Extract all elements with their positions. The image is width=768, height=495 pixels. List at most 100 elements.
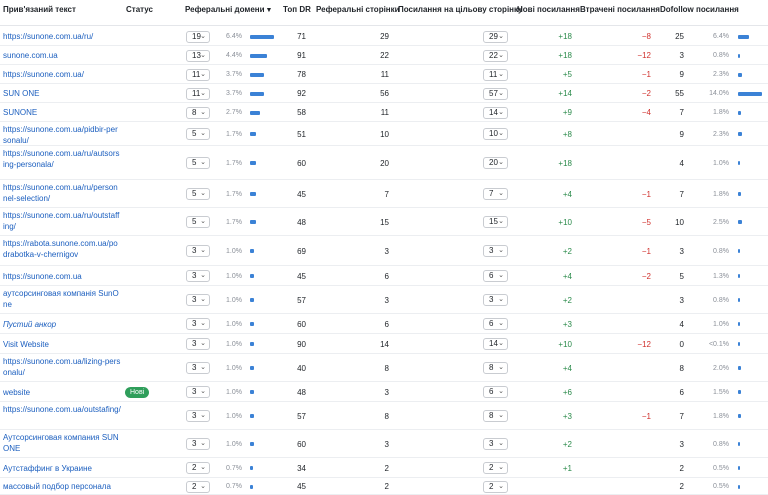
anchor-link[interactable]: https://sunone.com.ua/ru/outstaffing/ [3, 210, 121, 232]
dofollow-percent: 0.8% [713, 248, 729, 255]
dofollow-count: 0 [679, 340, 684, 349]
anchor-link[interactable]: sunone.com.ua [3, 50, 121, 61]
links-select[interactable]: 11 ⌄ [483, 69, 508, 81]
anchor-link[interactable]: Аутстаффинг в Украине [3, 463, 121, 474]
anchor-link[interactable]: https://sunone.com.ua/lizing-personalu/ [3, 356, 121, 378]
top-dr: 92 [297, 89, 306, 98]
chevron-down-icon: ⌄ [200, 464, 206, 471]
ref-domains-select[interactable]: 3 ⌄ [186, 362, 210, 374]
dofollow-percent: 6.4% [713, 33, 729, 40]
dofollow-percent: 0.5% [713, 465, 729, 472]
lost-links-count: −1 [641, 247, 651, 256]
links-select[interactable]: 6 ⌄ [483, 386, 508, 398]
col-header-new-links[interactable]: Нові посилання [517, 5, 580, 14]
dofollow-count: 4 [679, 159, 684, 168]
links-value: 11 [489, 70, 498, 79]
links-select[interactable]: 6 ⌄ [483, 318, 508, 330]
links-select[interactable]: 14 ⌄ [483, 338, 508, 350]
anchor-link[interactable]: https://sunone.com.ua/ru/ [3, 31, 121, 42]
links-select[interactable]: 20 ⌄ [483, 157, 508, 169]
table-row: https://sunone.com.ua/ru/autsorsing-pers… [0, 146, 768, 180]
anchor-link[interactable]: https://sunone.com.ua/ru/personnel-selec… [3, 182, 121, 204]
top-dr: 57 [297, 412, 306, 421]
links-select[interactable]: 2 ⌄ [483, 462, 508, 474]
links-select[interactable]: 15 ⌄ [483, 216, 508, 228]
ref-domains-value: 3 [192, 246, 197, 255]
anchor-link[interactable]: https://rabota.sunone.com.ua/podrabotka-… [3, 238, 121, 260]
links-select[interactable]: 57 ⌄ [483, 88, 508, 100]
ref-domains-select[interactable]: 3 ⌄ [186, 318, 210, 330]
ref-domains-select[interactable]: 3 ⌄ [186, 386, 210, 398]
links-select[interactable]: 3 ⌄ [483, 438, 508, 450]
col-header-lost-links[interactable]: Втрачені посилання [580, 5, 660, 14]
ref-domains-select[interactable]: 13 ⌄ [186, 50, 210, 62]
anchor-link[interactable]: Аутсорсинговая компания SUNONE [3, 432, 121, 454]
ref-domains-select[interactable]: 19 ⌄ [186, 31, 210, 43]
ref-domains-select[interactable]: 5 ⌄ [186, 188, 210, 200]
links-select[interactable]: 3 ⌄ [483, 294, 508, 306]
anchor-link[interactable]: https://sunone.com.ua/pidbir-personalu/ [3, 124, 121, 146]
ref-domains-select[interactable]: 3 ⌄ [186, 338, 210, 350]
dofollow-count: 3 [679, 51, 684, 60]
links-value: 15 [489, 217, 498, 226]
ref-domains-select[interactable]: 3 ⌄ [186, 245, 210, 257]
ref-domains-select[interactable]: 8 ⌄ [186, 107, 210, 119]
new-links-count: +3 [562, 320, 572, 329]
dofollow-bar [738, 220, 742, 224]
col-header-status[interactable]: Статус [126, 5, 153, 14]
links-select[interactable]: 29 ⌄ [483, 31, 508, 43]
dofollow-percent: 1.8% [713, 109, 729, 116]
ref-domains-select[interactable]: 11 ⌄ [186, 88, 210, 100]
links-select[interactable]: 10 ⌄ [483, 128, 508, 140]
anchor-link[interactable]: website [3, 387, 121, 398]
anchor-link[interactable]: https://sunone.com.ua [3, 271, 121, 282]
links-select[interactable]: 8 ⌄ [483, 362, 508, 374]
anchor-link[interactable]: SUNONE [3, 107, 121, 118]
new-links-count: +14 [558, 89, 572, 98]
chevron-down-icon: ⌄ [498, 412, 504, 419]
chevron-down-icon: ⌄ [200, 340, 206, 347]
links-select[interactable]: 8 ⌄ [483, 410, 508, 422]
links-select[interactable]: 14 ⌄ [483, 107, 508, 119]
chevron-down-icon: ⌄ [200, 159, 206, 166]
col-header-links-target[interactable]: Посилання на цільову сторінку [398, 5, 522, 14]
anchor-link[interactable]: массовый подбор персонала [3, 481, 121, 492]
col-header-ref-domains[interactable]: Реферальні домени▼ [185, 5, 272, 14]
anchor-link[interactable]: SUN ONE [3, 88, 121, 99]
table-row: аутсорсинговая компанія SunOne 3 ⌄ 1.0% 57 3 3… [0, 286, 768, 314]
links-select[interactable]: 6 ⌄ [483, 270, 508, 282]
dofollow-count: 7 [679, 108, 684, 117]
ref-domains-bar [250, 366, 254, 370]
anchor-link[interactable]: Пустий анкор [3, 319, 121, 330]
ref-domains-select[interactable]: 5 ⌄ [186, 128, 210, 140]
ref-domains-select[interactable]: 3 ⌄ [186, 270, 210, 282]
chevron-down-icon: ⌄ [200, 190, 206, 197]
col-header-anchor[interactable]: Прив'язаний текст [3, 5, 76, 14]
col-header-ref-pages[interactable]: Реферальні сторінки [316, 5, 400, 14]
col-header-dofollow[interactable]: Dofollow посилання [660, 5, 739, 14]
table-header: Прив'язаний текст Статус Реферальні доме… [0, 0, 768, 26]
anchor-link[interactable]: https://sunone.com.ua/ru/autsorsing-pers… [3, 148, 121, 170]
links-select[interactable]: 7 ⌄ [483, 188, 508, 200]
anchor-link[interactable]: https://sunone.com.ua/ [3, 69, 121, 80]
col-header-dr[interactable]: Топ DR [283, 5, 311, 14]
anchor-link[interactable]: https://sunone.com.ua/outstafing/ [3, 404, 121, 415]
ref-domains-select[interactable]: 2 ⌄ [186, 481, 210, 493]
links-select[interactable]: 22 ⌄ [483, 50, 508, 62]
chevron-down-icon: ⌄ [200, 247, 206, 254]
dofollow-count: 8 [679, 364, 684, 373]
dofollow-count: 4 [679, 320, 684, 329]
ref-domains-select[interactable]: 2 ⌄ [186, 462, 210, 474]
dofollow-count: 3 [679, 440, 684, 449]
anchor-link[interactable]: аутсорсинговая компанія SunOne [3, 288, 121, 310]
links-select[interactable]: 3 ⌄ [483, 245, 508, 257]
ref-domains-select[interactable]: 3 ⌄ [186, 294, 210, 306]
ref-domains-select[interactable]: 11 ⌄ [186, 69, 210, 81]
anchor-link[interactable]: Visit Website [3, 339, 121, 350]
ref-pages: 8 [384, 412, 389, 421]
ref-domains-select[interactable]: 5 ⌄ [186, 157, 210, 169]
ref-domains-select[interactable]: 3 ⌄ [186, 410, 210, 422]
ref-domains-select[interactable]: 3 ⌄ [186, 438, 210, 450]
links-select[interactable]: 2 ⌄ [483, 481, 508, 493]
ref-domains-select[interactable]: 5 ⌄ [186, 216, 210, 228]
